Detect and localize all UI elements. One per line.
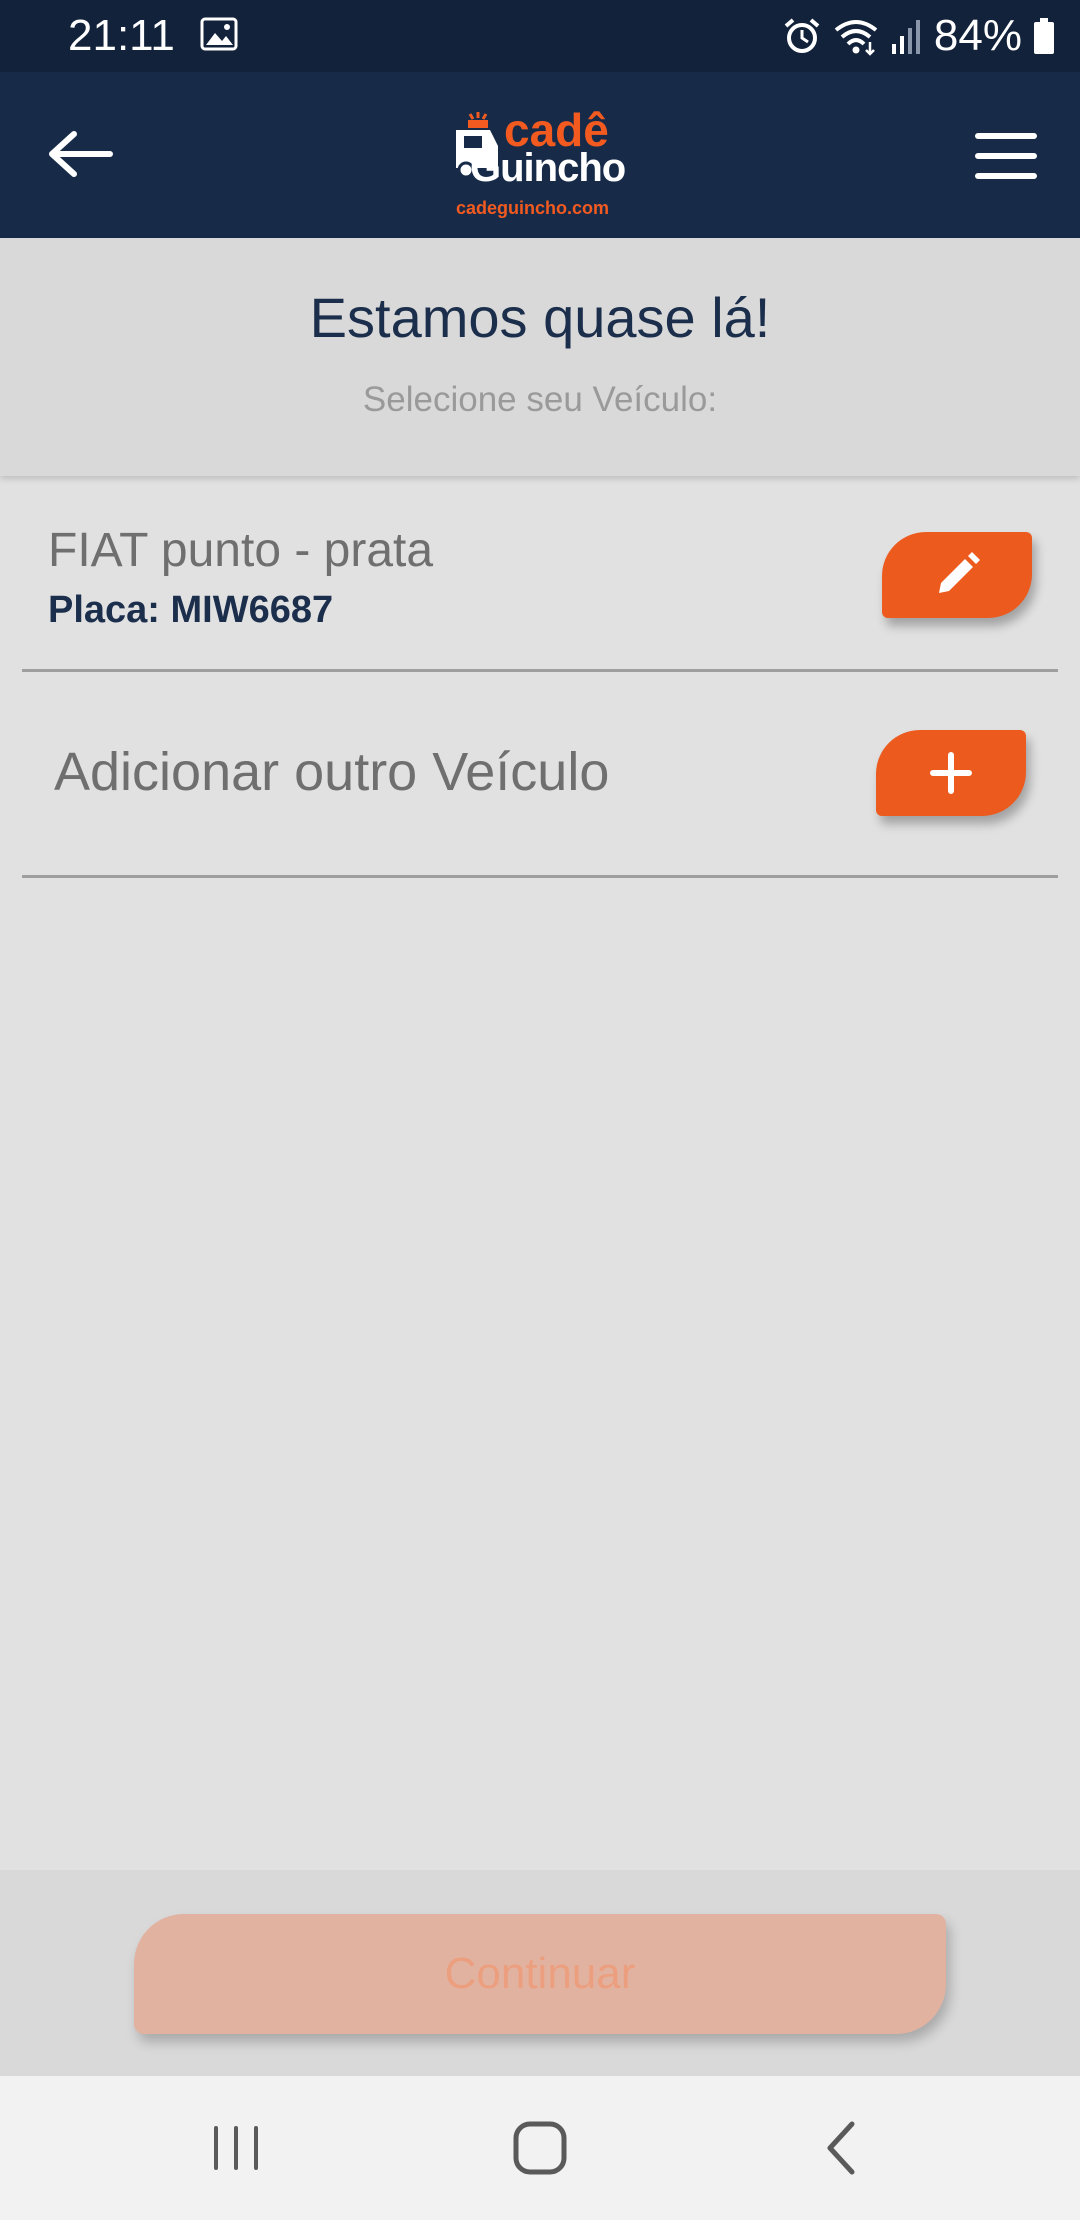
home-icon[interactable]: [508, 2116, 572, 2180]
continue-button[interactable]: Continuar: [134, 1914, 946, 2034]
title-section: Estamos quase lá! Selecione seu Veículo:: [0, 238, 1080, 476]
alarm-icon: [784, 18, 820, 53]
page-subtitle: Selecione seu Veículo:: [362, 380, 718, 419]
add-vehicle-item[interactable]: Adicionar outro Veículo: [22, 672, 1058, 878]
wifi-icon: [834, 20, 878, 56]
plus-icon: [930, 752, 972, 794]
add-vehicle-button[interactable]: [876, 730, 1026, 816]
app-header: cadê Guincho cadeguincho.com: [0, 72, 1080, 238]
vehicle-plate: Placa: MIW6687: [48, 589, 334, 631]
gallery-icon: [200, 17, 238, 51]
logo-text-guincho: Guincho: [470, 146, 626, 190]
signal-icon: [891, 20, 920, 54]
logo-url: cadeguincho.com: [456, 198, 610, 218]
add-vehicle-label: Adicionar outro Veículo: [54, 742, 610, 802]
page-title: Estamos quase lá!: [309, 286, 771, 349]
status-bar: 21:11 84%: [0, 0, 1080, 72]
continue-label: Continuar: [444, 1949, 636, 1998]
battery-icon: [1034, 18, 1054, 54]
vehicle-name: FIAT punto - prata: [48, 524, 434, 577]
footer-area: Continuar: [0, 1870, 1080, 2076]
app-logo: cadê Guincho cadeguincho.com: [450, 102, 630, 222]
system-nav-bar: [0, 2076, 1080, 2220]
back-button[interactable]: [40, 122, 120, 186]
pencil-icon: [939, 552, 980, 593]
status-time: 21:11: [68, 11, 175, 60]
vehicle-list-item[interactable]: FIAT punto - prata Placa: MIW6687: [22, 476, 1058, 672]
status-icons: 84%: [782, 12, 1056, 60]
battery-percent: 84%: [933, 11, 1022, 60]
arrow-left-icon: [49, 131, 113, 177]
menu-button[interactable]: [960, 122, 1040, 186]
back-icon[interactable]: [816, 2116, 866, 2180]
hamburger-menu-icon: [975, 133, 1037, 179]
recent-apps-icon[interactable]: [208, 2120, 264, 2176]
edit-vehicle-button[interactable]: [882, 532, 1032, 618]
